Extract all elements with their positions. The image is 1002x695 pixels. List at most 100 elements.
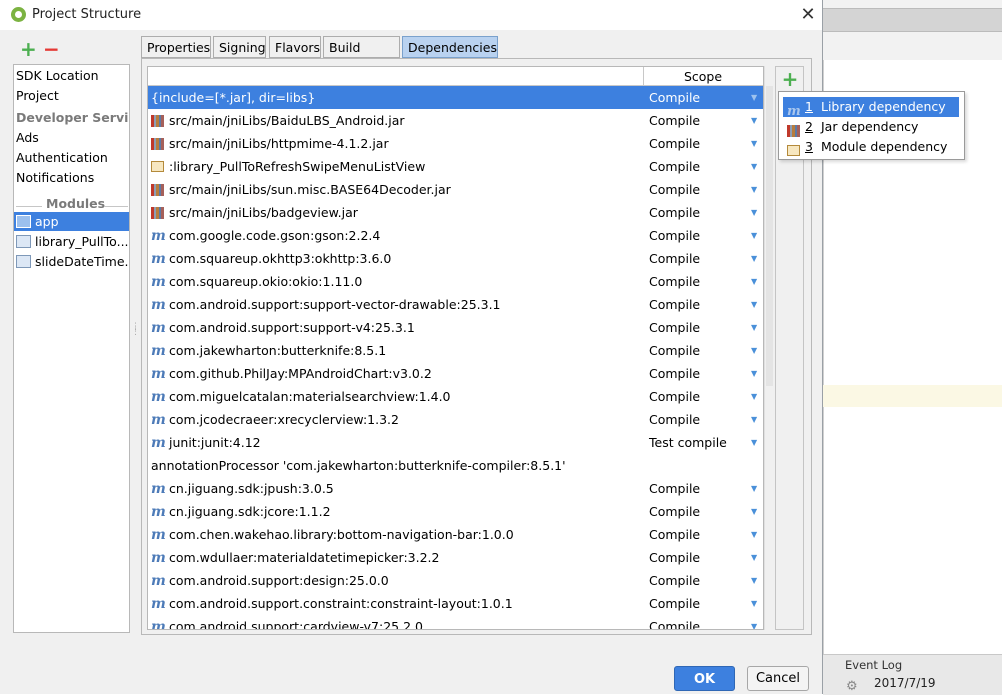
chevron-down-icon[interactable]: ▼: [751, 224, 757, 247]
table-row[interactable]: m com.chen.wakehao.library:bottom-navigat…: [148, 523, 763, 546]
chevron-down-icon[interactable]: ▼: [751, 293, 757, 316]
tab-flavors[interactable]: Flavors: [269, 36, 321, 58]
table-row[interactable]: m com.jakewharton:butterknife:8.5.1 Compil…: [148, 339, 763, 362]
chevron-down-icon[interactable]: ▼: [751, 362, 757, 385]
scope-cell[interactable]: Compile: [649, 247, 700, 270]
scope-cell[interactable]: Compile: [649, 270, 700, 293]
tab-dependencies[interactable]: Dependencies: [402, 36, 498, 58]
table-row[interactable]: m com.google.code.gson:gson:2.2.4 Compile ▼: [148, 224, 763, 247]
chevron-down-icon[interactable]: ▼: [751, 500, 757, 523]
scope-cell[interactable]: Compile: [649, 546, 700, 569]
chevron-down-icon[interactable]: ▼: [751, 546, 757, 569]
table-row[interactable]: m com.android.support.constraint:constrai…: [148, 592, 763, 615]
scope-cell[interactable]: Compile: [649, 592, 700, 615]
scope-cell[interactable]: Compile: [649, 109, 700, 132]
sidebar-item-authentication[interactable]: Authentication: [16, 148, 128, 167]
sidebar-module-slidedatetime[interactable]: slideDateTime...: [16, 252, 128, 271]
chevron-down-icon[interactable]: ▼: [751, 155, 757, 178]
chevron-down-icon[interactable]: ▼: [751, 109, 757, 132]
table-row[interactable]: m com.android.support:cardview-v7:25.2.0 C…: [148, 615, 763, 629]
scope-cell[interactable]: Compile: [649, 224, 700, 247]
scope-cell[interactable]: Compile: [649, 615, 700, 629]
scope-cell[interactable]: Test compile: [649, 431, 727, 454]
table-row[interactable]: :library_PullToRefreshSwipeMenuListView C…: [148, 155, 763, 178]
sidebar-module-library[interactable]: library_PullTo...: [16, 232, 128, 251]
chevron-down-icon[interactable]: ▼: [751, 477, 757, 500]
scope-cell[interactable]: Compile: [649, 385, 700, 408]
table-row[interactable]: {include=[*.jar], dir=libs} Compile ▼: [148, 86, 763, 109]
scope-column-header[interactable]: Scope: [644, 69, 762, 84]
table-row[interactable]: m com.wdullaer:materialdatetimepicker:3.2…: [148, 546, 763, 569]
scope-cell[interactable]: Compile: [649, 362, 700, 385]
maven-icon: m: [151, 527, 166, 543]
chevron-down-icon[interactable]: ▼: [751, 339, 757, 362]
scope-cell[interactable]: Compile: [649, 408, 700, 431]
scope-cell[interactable]: Compile: [649, 201, 700, 224]
chevron-down-icon[interactable]: ▼: [751, 178, 757, 201]
scope-cell[interactable]: Compile: [649, 477, 700, 500]
ok-button[interactable]: OK: [674, 666, 735, 691]
sidebar-item-notifications[interactable]: Notifications: [16, 168, 128, 187]
scope-cell[interactable]: Compile: [649, 569, 700, 592]
sidebar-module-app[interactable]: app: [14, 212, 129, 231]
table-row[interactable]: m cn.jiguang.sdk:jcore:1.1.2 Compile ▼: [148, 500, 763, 523]
remove-module-button[interactable]: −: [43, 39, 60, 59]
popup-item-module-dependency[interactable]: 3 Module dependency: [783, 137, 959, 157]
chevron-down-icon[interactable]: ▼: [751, 385, 757, 408]
table-row[interactable]: m com.squareup.okio:okio:1.11.0 Compile ▼: [148, 270, 763, 293]
close-icon[interactable]: ✕: [796, 4, 820, 26]
event-log-tab[interactable]: Event Log: [845, 658, 902, 672]
popup-item-jar-dependency[interactable]: 2 Jar dependency: [783, 117, 959, 137]
chevron-down-icon[interactable]: ▼: [751, 569, 757, 592]
chevron-down-icon[interactable]: ▼: [751, 316, 757, 339]
tab-signing[interactable]: Signing: [213, 36, 266, 58]
popup-item-library-dependency[interactable]: m 1 Library dependency: [783, 97, 959, 119]
chevron-down-icon[interactable]: ▼: [751, 431, 757, 454]
scope-cell[interactable]: Compile: [649, 86, 700, 109]
scope-cell[interactable]: Compile: [649, 339, 700, 362]
chevron-down-icon[interactable]: ▼: [751, 615, 757, 629]
sidebar-item-project[interactable]: Project: [16, 86, 128, 105]
table-row[interactable]: m com.android.support:design:25.0.0 Compil…: [148, 569, 763, 592]
table-row[interactable]: m com.jcodecraeer:xrecyclerview:1.3.2 Comp…: [148, 408, 763, 431]
table-row[interactable]: m com.android.support:support-v4:25.3.1 Co…: [148, 316, 763, 339]
scope-cell[interactable]: Compile: [649, 293, 700, 316]
chevron-down-icon[interactable]: ▼: [751, 408, 757, 431]
chevron-down-icon[interactable]: ▼: [751, 201, 757, 224]
table-row[interactable]: src/main/jniLibs/httpmime-4.1.2.jar Compi…: [148, 132, 763, 155]
table-row[interactable]: m com.github.PhilJay:MPAndroidChart:v3.0.…: [148, 362, 763, 385]
add-module-button[interactable]: +: [20, 39, 37, 59]
table-row[interactable]: m junit:junit:4.12 Test compile ▼: [148, 431, 763, 454]
table-row[interactable]: m cn.jiguang.sdk:jpush:3.0.5 Compile ▼: [148, 477, 763, 500]
table-row[interactable]: src/main/jniLibs/BaiduLBS_Android.jar Com…: [148, 109, 763, 132]
sidebar-item-sdk-location[interactable]: SDK Location: [16, 66, 128, 85]
scope-cell[interactable]: Compile: [649, 500, 700, 523]
scope-cell[interactable]: Compile: [649, 132, 700, 155]
splitter-handle[interactable]: ⋮ ⋮: [131, 323, 140, 339]
table-row[interactable]: src/main/jniLibs/badgeview.jar Compile ▼: [148, 201, 763, 224]
scope-cell[interactable]: Compile: [649, 178, 700, 201]
dialog-title: Project Structure: [32, 7, 142, 22]
dependency-cell: {include=[*.jar], dir=libs}: [151, 86, 315, 109]
add-dependency-button[interactable]: +: [781, 69, 799, 89]
module-icon: [787, 145, 800, 156]
table-row[interactable]: annotationProcessor 'com.jakewharton:but…: [148, 454, 763, 477]
chevron-down-icon[interactable]: ▼: [751, 247, 757, 270]
chevron-down-icon[interactable]: ▼: [751, 523, 757, 546]
chevron-down-icon[interactable]: ▼: [751, 592, 757, 615]
table-row[interactable]: src/main/jniLibs/sun.misc.BASE64Decoder.…: [148, 178, 763, 201]
chevron-down-icon[interactable]: ▼: [751, 86, 757, 109]
table-row[interactable]: m com.android.support:support-vector-draw…: [148, 293, 763, 316]
scope-cell[interactable]: Compile: [649, 316, 700, 339]
table-row[interactable]: m com.miguelcatalan:materialsearchview:1.…: [148, 385, 763, 408]
tab-properties[interactable]: Properties: [141, 36, 211, 58]
cancel-button[interactable]: Cancel: [747, 666, 809, 691]
sidebar-item-ads[interactable]: Ads: [16, 128, 128, 147]
scope-cell[interactable]: Compile: [649, 155, 700, 178]
table-scrollbar[interactable]: [764, 66, 774, 630]
scope-cell[interactable]: Compile: [649, 523, 700, 546]
tab-build-types[interactable]: Build Types: [323, 36, 400, 77]
chevron-down-icon[interactable]: ▼: [751, 132, 757, 155]
chevron-down-icon[interactable]: ▼: [751, 270, 757, 293]
table-row[interactable]: m com.squareup.okhttp3:okhttp:3.6.0 Compil…: [148, 247, 763, 270]
